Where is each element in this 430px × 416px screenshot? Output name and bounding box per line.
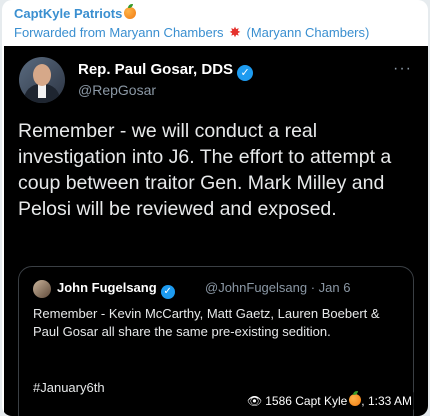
- channel-name[interactable]: CaptKyle Patriots: [14, 4, 137, 21]
- message-bubble: CaptKyle Patriots Forwarded from Maryann…: [2, 0, 428, 416]
- eye-icon: 👁: [246, 394, 263, 408]
- quote-author-name: John Fugelsang ✓: [57, 280, 175, 299]
- forwarded-prefix: Forwarded from Maryann Chambers: [14, 25, 224, 40]
- collision-emoji-icon: ✸: [229, 25, 241, 41]
- tangerine-emoji-icon: [349, 391, 362, 406]
- tweet-author-label: Rep. Paul Gosar, DDS: [78, 61, 234, 78]
- tweet-screenshot[interactable]: Rep. Paul Gosar, DDS ✓ @RepGosar ··· Reme…: [4, 46, 428, 416]
- quote-author-label: John Fugelsang: [57, 280, 157, 295]
- message-meta: 👁 1586 Capt Kyle , 1:33 AM: [238, 391, 420, 410]
- author-avatar: [19, 57, 65, 103]
- message-time: , 1:33 AM: [361, 394, 412, 408]
- quote-text: Remember - Kevin McCarthy, Matt Gaetz, L…: [33, 306, 380, 339]
- forwarded-suffix: (Maryann Chambers): [246, 25, 370, 40]
- tangerine-emoji-icon: [124, 4, 137, 19]
- verified-check-icon: ✓: [160, 285, 175, 299]
- quote-author-avatar: [33, 280, 51, 298]
- tweet-author-name: Rep. Paul Gosar, DDS ✓: [78, 61, 254, 81]
- tweet-text: Remember - we will conduct a real invest…: [18, 120, 392, 220]
- verified-check-icon: ✓: [237, 65, 254, 81]
- tweet-author-handle: @RepGosar: [78, 82, 157, 98]
- quote-handle-date: @JohnFugelsang · Jan 6: [205, 280, 351, 295]
- quote-hashtag: #January6th: [33, 380, 105, 395]
- forwarded-from[interactable]: Forwarded from Maryann Chambers ✸ (Marya…: [14, 25, 369, 41]
- channel-name-label: CaptKyle Patriots: [14, 6, 123, 21]
- more-options-icon: ···: [393, 60, 412, 77]
- author-signature: Capt Kyle: [295, 394, 348, 408]
- view-count: 1586: [265, 394, 292, 408]
